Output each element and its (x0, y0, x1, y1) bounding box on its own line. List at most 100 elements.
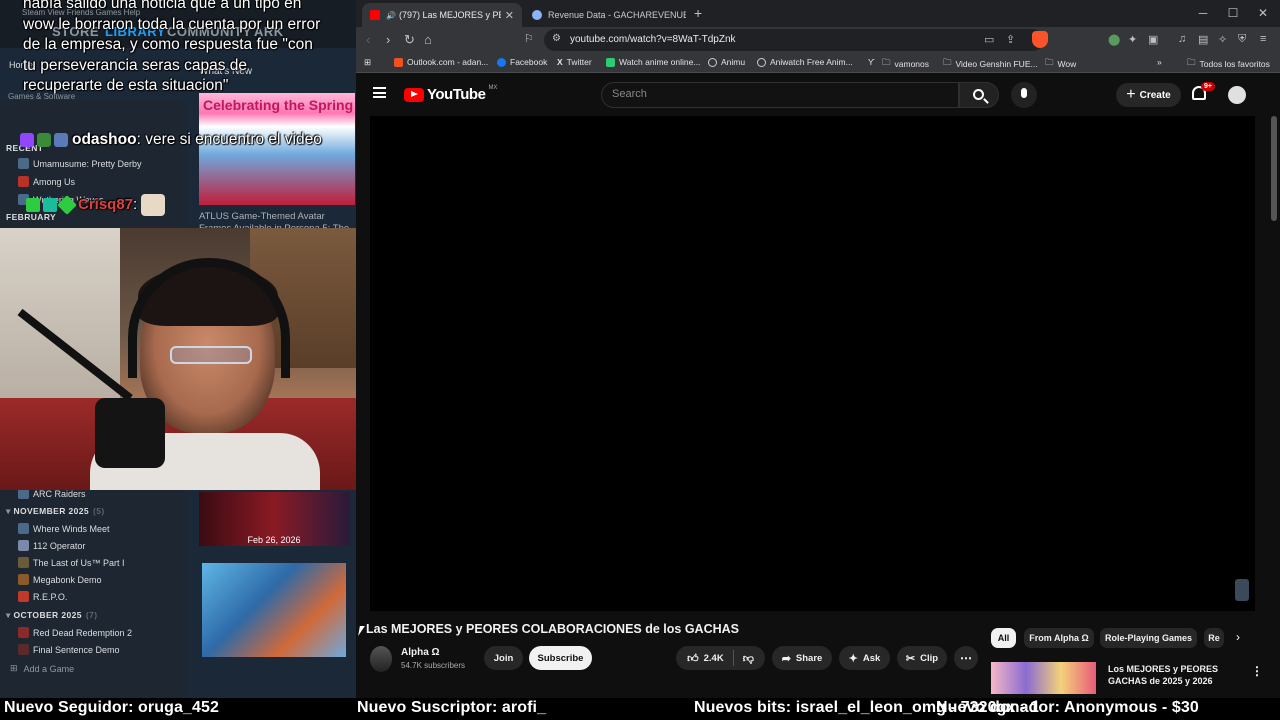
thumbs-up-icon[interactable]: 👍︎ (687, 652, 699, 665)
game-item[interactable]: R.E.P.O. (18, 591, 67, 602)
account-avatar[interactable] (1228, 86, 1246, 104)
bookmark-outlook[interactable]: Outlook.com - adan... (394, 57, 488, 67)
game-item[interactable]: Red Dead Redemption 2 (18, 627, 132, 638)
back-icon[interactable]: ‹ (366, 32, 370, 47)
game-item[interactable]: Umamusume: Pretty Derby (18, 158, 142, 169)
all-bookmarks-folder[interactable]: 🗀 Todos los favoritos (1187, 57, 1270, 71)
bookmark-icon[interactable]: ⚐ (524, 32, 534, 45)
chat-message: había salido una noticia que a un tipo e… (23, 0, 321, 94)
chip-partial[interactable]: Re (1204, 628, 1224, 648)
close-tab-icon[interactable]: ✕ (505, 9, 514, 22)
address-bar[interactable]: ⚙ youtube.com/watch?v=8WaT-TdpZnk (544, 29, 1044, 51)
site-info-icon[interactable]: ⚙ (552, 33, 561, 44)
game-item[interactable]: The Last of Us™ Part I (18, 557, 125, 568)
notification-count-badge: 9+ (1201, 82, 1215, 91)
game-item[interactable]: 112 Operator (18, 540, 85, 551)
youtube-logo[interactable]: YouTube MX (404, 85, 497, 103)
scrollbar-thumb[interactable] (1271, 116, 1277, 221)
vpn-icon[interactable]: ⛨ (1238, 33, 1246, 46)
folder-icon: 🗀 (1045, 57, 1054, 67)
divider (732, 650, 734, 666)
voice-search-button[interactable] (1011, 82, 1037, 108)
bookmark-anime[interactable]: Watch anime online... (606, 57, 700, 67)
video-title: Las MEJORES y PEORES COLABORACIONES de l… (366, 622, 739, 636)
sub-badge-icon (37, 132, 51, 147)
maximize-button[interactable]: ☐ (1218, 6, 1248, 20)
steam-game-artwork[interactable] (202, 563, 346, 657)
ask-button[interactable]: ✦ Ask (839, 646, 890, 670)
tab-revenue[interactable]: Revenue Data - GACHAREVENUE (524, 3, 694, 27)
share-button[interactable]: ➦ Share (772, 646, 832, 670)
game-item[interactable]: Megabonk Demo (18, 574, 102, 585)
chip-all[interactable]: All (991, 628, 1016, 648)
bookmark-folder-genshin[interactable]: 🗀 Video Genshin FUE... (943, 57, 1038, 71)
search-box (601, 82, 959, 108)
bookmark-aniwatch[interactable]: Aniwatch Free Anim... (757, 57, 853, 67)
menu-icon[interactable]: ≡ (1260, 33, 1266, 45)
like-count[interactable]: 2.4K (704, 653, 724, 664)
brave-shield-icon[interactable] (1032, 31, 1048, 48)
share-page-icon[interactable]: ⇪ (1006, 33, 1015, 46)
search-input[interactable] (612, 88, 942, 100)
folder-icon: 🗀 (1187, 57, 1196, 67)
new-tab-button[interactable]: + (694, 5, 702, 21)
clip-button[interactable]: ✂ Clip (897, 646, 947, 670)
game-icon (18, 540, 29, 551)
game-item[interactable]: Where Winds Meet (18, 523, 110, 534)
hamburger-menu-icon[interactable] (373, 87, 386, 98)
game-item[interactable]: Final Sentence Demo (18, 644, 120, 655)
chip-role-playing-games[interactable]: Role-Playing Games (1100, 628, 1197, 648)
bookmark-twitter[interactable]: X Twitter (557, 57, 592, 67)
browser-toolbar: ‹ › ↻ ⌂ ⚐ ⚙ youtube.com/watch?v=8WaT-Tdp… (356, 27, 1280, 53)
recommended-menu-icon[interactable]: ⋮ (1251, 664, 1263, 678)
forward-icon[interactable]: › (386, 32, 390, 47)
badge-icon (26, 198, 40, 212)
recommended-title[interactable]: Los MEJORES y PEORES GACHAS de 2025 y 20… (1108, 663, 1238, 687)
install-icon[interactable]: ▭ (984, 33, 994, 46)
reload-icon[interactable]: ↻ (404, 32, 415, 48)
sparkle-icon: ✦ (848, 652, 858, 665)
search-button[interactable] (959, 82, 999, 108)
recommended-thumbnail[interactable] (991, 662, 1096, 694)
steam-add-game-button[interactable]: ⊞ Add a Game (10, 663, 74, 674)
subscribe-button[interactable]: Subscribe (529, 646, 592, 670)
tab-youtube[interactable]: 🔊 (797) Las MEJORES y PEORES ✕ (362, 3, 522, 27)
extension-icon[interactable]: ⬤ (1108, 33, 1120, 46)
bookmark-folder-vamonos[interactable]: 🗀 vamonos (882, 57, 929, 71)
section-october[interactable]: ▾ OCTOBER 2025 (7) (6, 610, 97, 621)
folder-icon: 🗀 (882, 57, 891, 67)
channel-avatar[interactable] (370, 646, 392, 672)
leo-icon[interactable]: ✧ (1218, 33, 1227, 46)
bookmark-animu[interactable]: Animu (708, 57, 745, 67)
chip-from-channel[interactable]: From Alpha Ω (1024, 628, 1094, 648)
music-icon[interactable]: ♫ (1178, 33, 1186, 45)
minimize-button[interactable]: ─ (1188, 6, 1218, 20)
channel-name[interactable]: Alpha Ω (401, 647, 440, 658)
bookmark-genshin-icon-link[interactable]: ϒ (868, 57, 875, 67)
close-window-button[interactable]: ✕ (1248, 6, 1278, 20)
extensions-puzzle-icon[interactable]: ✦ (1128, 33, 1137, 46)
channel-watermark-icon[interactable] (1235, 579, 1249, 601)
bookmark-facebook[interactable]: Facebook (497, 57, 547, 67)
wallet-icon[interactable]: ▤ (1198, 33, 1208, 46)
game-item[interactable]: Among Us (18, 176, 75, 187)
video-player[interactable] (370, 116, 1255, 611)
chevron-right-icon[interactable]: › (1236, 630, 1240, 644)
share-arrow-icon: ➦ (781, 652, 791, 665)
section-november[interactable]: ▾ NOVEMBER 2025 (5) (6, 506, 105, 517)
page-scrollbar[interactable] (1271, 116, 1277, 686)
apps-icon[interactable]: ⊞ (364, 57, 371, 68)
microsoft-icon (394, 57, 403, 67)
more-actions-icon[interactable]: ⋯ (954, 646, 978, 670)
join-button[interactable]: Join (484, 646, 523, 670)
create-button[interactable]: + Create (1116, 83, 1181, 107)
screen: Steam View Friends Games Help STORE LIBR… (0, 0, 1280, 720)
genshin-icon: ϒ (868, 57, 875, 67)
thumbs-down-icon[interactable]: 👎︎ (743, 652, 754, 665)
chat-username: odashoo (72, 131, 137, 148)
sidebar-icon[interactable]: ▣ (1148, 33, 1158, 46)
home-icon[interactable]: ⌂ (424, 32, 432, 47)
twitch-badge-icon (20, 132, 34, 147)
bookmark-folder-wow[interactable]: 🗀 Wow (1045, 57, 1076, 71)
more-bookmarks-icon[interactable]: » (1157, 57, 1162, 67)
